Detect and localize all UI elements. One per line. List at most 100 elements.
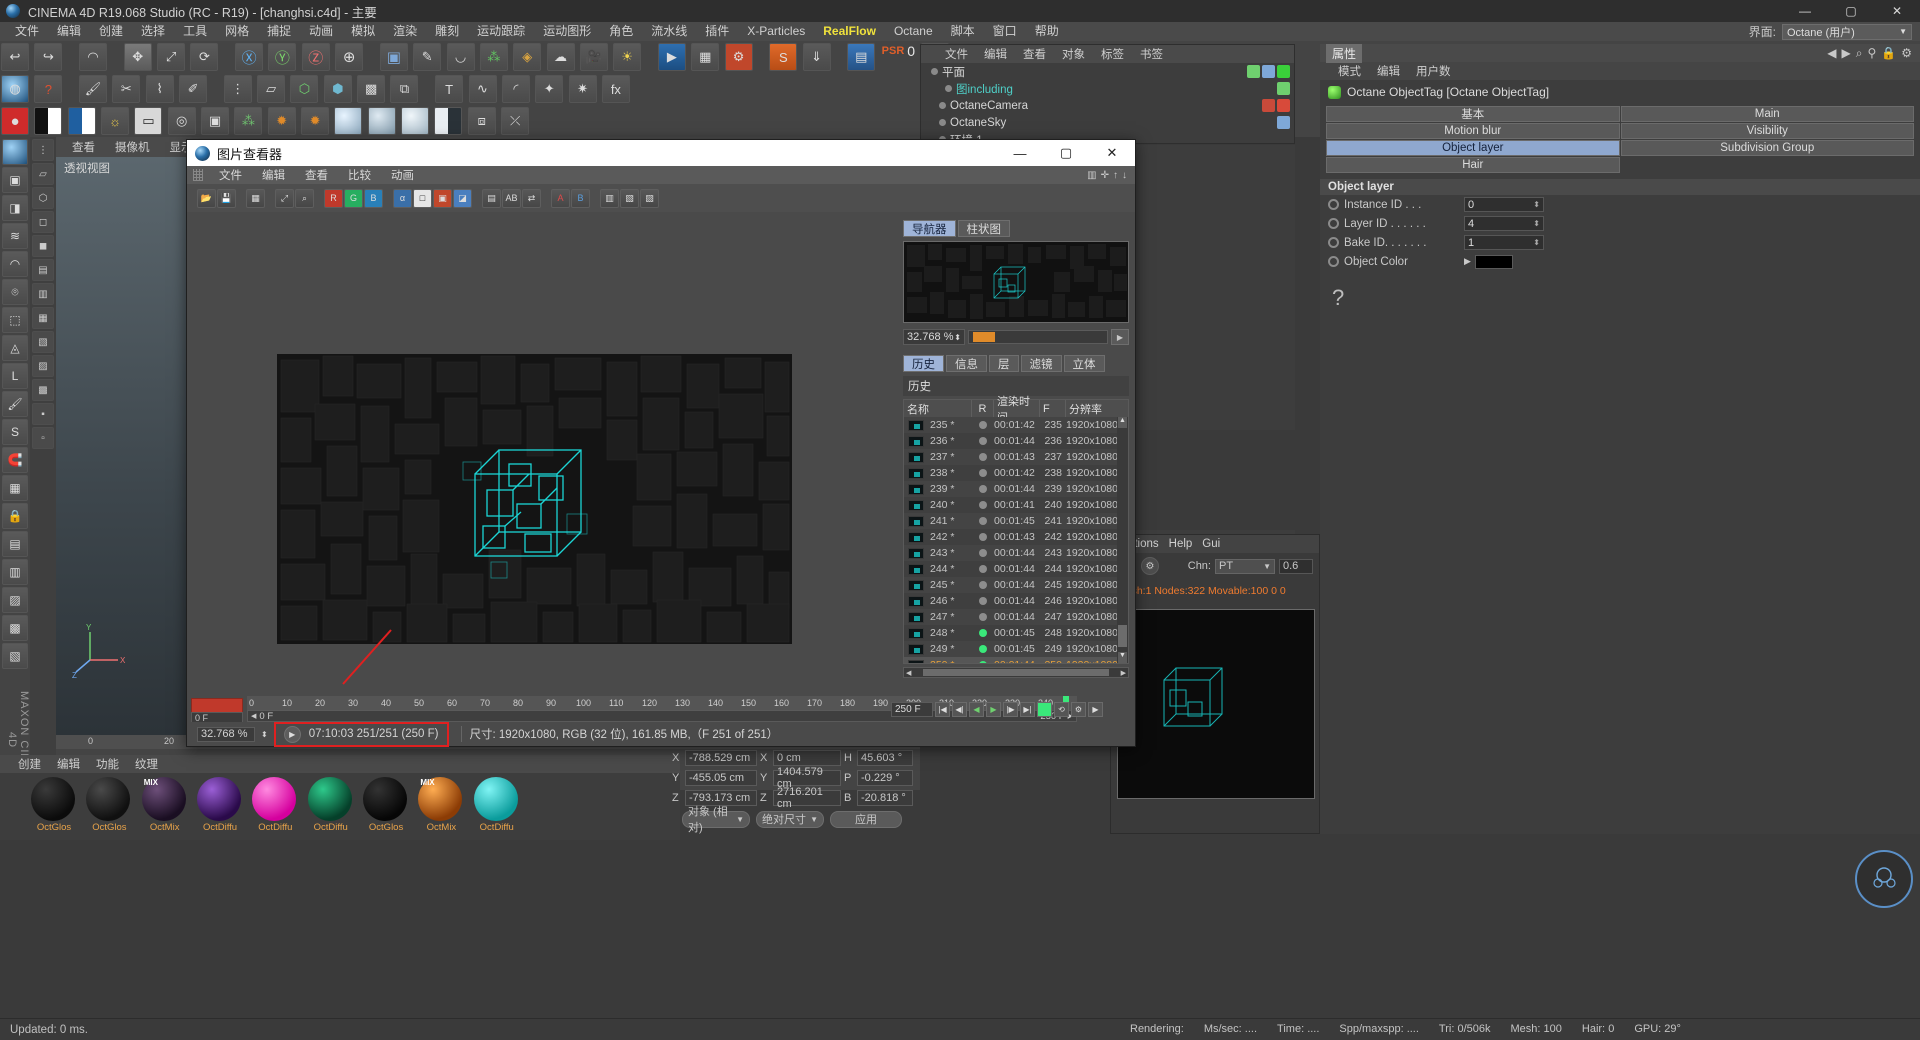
menu-item-1[interactable]: 编辑 [48, 22, 90, 41]
mat-menu-function[interactable]: 功能 [88, 756, 127, 772]
gear-tool-icon[interactable]: ✷ [569, 75, 597, 103]
history-row[interactable]: 239 *00:01:442391920x1080 [904, 481, 1128, 497]
coord-mode-select[interactable]: 对象 (相对) ▼ [682, 811, 750, 828]
tab-histogram[interactable]: 柱状图 [958, 220, 1011, 237]
live-selection-icon[interactable] [2, 139, 28, 165]
set-b-icon[interactable]: B [571, 189, 590, 208]
object-expand-icon[interactable] [945, 85, 952, 92]
material-manager-menubar[interactable]: 创建 编辑 功能 纹理 [0, 755, 680, 773]
checker5-icon[interactable]: ▧ [2, 643, 28, 669]
histogram-icon[interactable]: ▥ [600, 189, 619, 208]
menu-item-14[interactable]: 流水线 [642, 22, 696, 41]
layer-id-field[interactable]: 4 ⬍ [1464, 216, 1544, 231]
attr-menu-edit[interactable]: 编辑 [1369, 63, 1408, 79]
object-tags[interactable] [1247, 65, 1294, 78]
material-node-icon[interactable]: ⧈ [468, 107, 496, 135]
channel-blue-icon[interactable]: B [364, 189, 383, 208]
menu-item-3[interactable]: 选择 [132, 22, 174, 41]
history-row[interactable]: 237 *00:01:432371920x1080 [904, 449, 1128, 465]
layout-selector-group[interactable]: 界面: Octane (用户) ▼ [1749, 23, 1920, 40]
material-item[interactable]: OctDiffu [474, 777, 520, 833]
volume-icon[interactable]: ◨ [2, 195, 28, 221]
fit-image-icon[interactable]: ⤢ [275, 189, 294, 208]
history-row[interactable]: 245 *00:01:442451920x1080 [904, 577, 1128, 593]
coord-field-pos-y[interactable]: -455.05 cm [685, 770, 757, 786]
tab-visibility[interactable]: Visibility [1621, 123, 1915, 139]
apply-button[interactable]: 应用 [830, 811, 902, 828]
layers-icon[interactable]: ▧ [620, 189, 639, 208]
coord-row-x[interactable]: X -788.529 cm X 0 cm H 45.603 ° [672, 748, 920, 768]
object-row[interactable]: 平面 [921, 63, 1294, 80]
menu-item-20[interactable]: 窗口 [984, 22, 1026, 41]
menu-item-11[interactable]: 运动跟踪 [468, 22, 534, 41]
image-viewer-right-pane[interactable]: 导航器 柱状图 [897, 216, 1135, 696]
filmstrip-icon[interactable]: ▤ [482, 189, 501, 208]
material-preview-sphere[interactable]: MIX [142, 777, 186, 821]
objmgr-menu-0[interactable]: 文件 [937, 46, 976, 62]
objmgr-menu-5[interactable]: 书签 [1132, 46, 1171, 62]
objmgr-menu-1[interactable]: 编辑 [976, 46, 1015, 62]
world-axis-icon[interactable]: ⊕ [335, 43, 363, 71]
axis-y-icon[interactable]: Ⓨ [268, 43, 296, 71]
property-toggle-icon[interactable] [1328, 218, 1339, 229]
camera-tag-icon[interactable] [1262, 99, 1275, 112]
material-preview-sphere[interactable] [363, 777, 407, 821]
menu-item-13[interactable]: 角色 [600, 22, 642, 41]
material-item[interactable]: OctDiffu [197, 777, 243, 833]
minimize-button[interactable]: — [1782, 0, 1828, 22]
iv-menu-view[interactable]: 查看 [295, 167, 338, 183]
material-preview-sphere[interactable] [252, 777, 296, 821]
chn-number-field[interactable]: 0.6 [1279, 559, 1313, 574]
tab-subdivision-group[interactable]: Subdivision Group [1621, 140, 1915, 156]
scroll-up-icon[interactable]: ▲ [1118, 417, 1127, 428]
col-resolution[interactable]: 分辨率 [1066, 400, 1126, 417]
material-item[interactable]: OctDiffu [308, 777, 354, 833]
attributes-panel[interactable]: 属性 ◀ ▶ ⌕ ⚲ 🔒 ⚙ 模式 编辑 用户数 Octane ObjectTa… [1320, 44, 1920, 834]
deformer-icon[interactable]: ◈ [513, 43, 541, 71]
stepper-icon[interactable]: ⬍ [954, 333, 961, 342]
render-view-icon[interactable]: ▶ [658, 43, 686, 71]
property-row-object-color[interactable]: Object Color ▶ [1320, 252, 1920, 271]
image-viewer-toolbar[interactable]: 📂 💾 ▦ ⤢ ⌕ R G B α □ ▣ ◪ ▤ AB ⇄ A B ▥ ▧ ▨ [187, 184, 1135, 212]
layers-icon[interactable]: ≋ [2, 223, 28, 249]
polygons-mode-icon[interactable]: ⬡ [290, 75, 318, 103]
rotate-tool-icon[interactable]: ⟳ [190, 43, 218, 71]
sky-tag-icon[interactable] [1277, 116, 1290, 129]
coord-size-select[interactable]: 绝对尺寸 ▼ [756, 811, 824, 828]
coord-field-h[interactable]: 45.603 ° [857, 750, 913, 766]
scale-tool-icon[interactable]: ⤢ [157, 43, 185, 71]
menu-item-18[interactable]: Octane [885, 22, 942, 41]
cube-primitive-icon[interactable]: ▣ [380, 43, 408, 71]
playback-toggle-icon[interactable]: ▶ [284, 726, 301, 743]
menu-item-9[interactable]: 渲染 [384, 22, 426, 41]
attributes-header[interactable]: 属性 ◀ ▶ ⌕ ⚲ 🔒 ⚙ [1320, 44, 1920, 62]
mat-menu-edit[interactable]: 编辑 [49, 756, 88, 772]
navigator-zoom-row[interactable]: 32.768 % ⬍ ▶ [897, 327, 1135, 347]
explosion-fx-icon[interactable]: ✹ [268, 107, 296, 135]
mode-object-icon[interactable]: ◼ [32, 235, 54, 257]
visibility-tag-icon[interactable] [1247, 65, 1260, 78]
menu-item-16[interactable]: X-Particles [738, 22, 814, 41]
mode-model-icon[interactable]: ◻ [32, 211, 54, 233]
property-row-bake-id[interactable]: Bake ID. . . . . . . 1 ⬍ [1320, 233, 1920, 252]
sun-light-icon[interactable]: ☼ [101, 107, 129, 135]
material-item[interactable]: OctGlos [31, 777, 77, 833]
image-viewer-window-controls[interactable]: — ▢ ✕ [997, 140, 1135, 166]
settings-icon[interactable]: ⚙ [1071, 702, 1086, 717]
history-table[interactable]: 名称 R 渲染时间 F 分辨率 235 *00:01:422351920x108… [903, 399, 1129, 664]
stepper-icon[interactable]: ⬍ [1533, 200, 1540, 209]
timecode-highlight-box[interactable]: ▶ 07:10:03 251/251 (250 F) [274, 722, 449, 747]
material-tag-icon[interactable] [1262, 65, 1275, 78]
coord-row-y[interactable]: Y -455.05 cm Y 1404.579 cm P -0.229 ° [672, 768, 920, 788]
menu-item-15[interactable]: 插件 [696, 22, 738, 41]
hdri-env-icon[interactable]: ▣ [201, 107, 229, 135]
mat-menu-create[interactable]: 创建 [10, 756, 49, 772]
knife-icon[interactable]: ✂ [112, 75, 140, 103]
mode-anim-icon[interactable]: ▧ [32, 331, 54, 353]
iv-menu-edit[interactable]: 编辑 [252, 167, 295, 183]
white-bg-icon[interactable]: □ [413, 189, 432, 208]
undo-icon[interactable]: ↩ [1, 43, 29, 71]
instance-id-field[interactable]: 0 ⬍ [1464, 197, 1544, 212]
mat-menu-texture[interactable]: 纹理 [127, 756, 166, 772]
light-icon[interactable]: ☀ [613, 43, 641, 71]
